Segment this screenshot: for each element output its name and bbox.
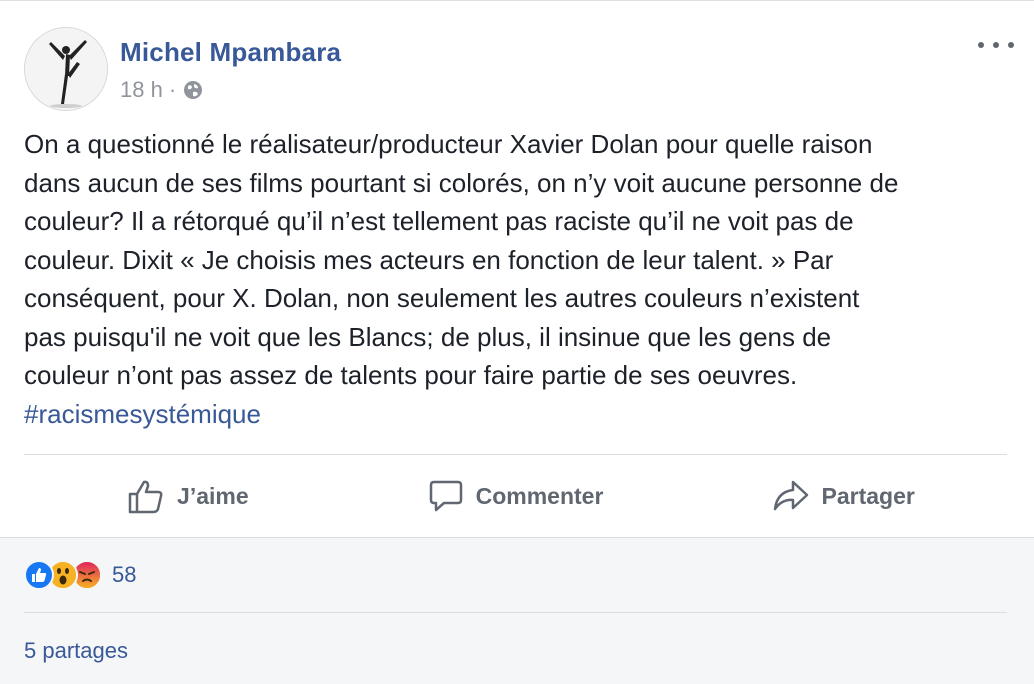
reaction-count[interactable]: 58 bbox=[112, 562, 136, 588]
author-name[interactable]: Michel Mpambara bbox=[120, 37, 341, 68]
reactions-summary[interactable]: 58 bbox=[24, 560, 136, 590]
post-text-line: couleur. Dixit « Je choisis mes acteurs … bbox=[24, 244, 834, 275]
post-meta: 18 h · bbox=[120, 77, 204, 103]
avatar-dancer-image bbox=[25, 28, 107, 110]
globe-icon[interactable] bbox=[182, 79, 204, 101]
divider bbox=[24, 612, 1007, 613]
avatar[interactable] bbox=[24, 27, 108, 111]
action-bar: J’aime Commenter Partager bbox=[24, 455, 1007, 537]
post-text-line: couleur n’ont pas assez de talents pour … bbox=[24, 360, 798, 390]
like-label: J’aime bbox=[177, 482, 249, 509]
post-footer: 58 5 partages bbox=[0, 537, 1034, 684]
share-label: Partager bbox=[821, 482, 915, 509]
more-options-icon[interactable] bbox=[978, 33, 1014, 57]
comment-icon bbox=[429, 480, 462, 512]
post-text-line: pas puisqu'il ne voit que les Blancs; de… bbox=[24, 321, 832, 352]
shares-count-link[interactable]: 5 partages bbox=[24, 638, 128, 664]
post-text-line: couleur? Il a rétorqué qu’il n’est telle… bbox=[24, 206, 854, 236]
post-text: On a questionné le réalisateur/producteu… bbox=[24, 125, 1014, 433]
like-button[interactable]: J’aime bbox=[24, 455, 352, 537]
share-button[interactable]: Partager bbox=[679, 455, 1007, 537]
post-timestamp[interactable]: 18 h bbox=[120, 77, 163, 103]
comment-button[interactable]: Commenter bbox=[352, 455, 680, 537]
post-text-line: On a questionné le réalisateur/producteu… bbox=[24, 129, 873, 159]
meta-separator: · bbox=[168, 77, 177, 102]
comment-label: Commenter bbox=[475, 482, 604, 509]
post-header: Michel Mpambara 18 h · bbox=[24, 27, 1014, 111]
share-arrow-icon bbox=[773, 480, 808, 511]
post-card: Michel Mpambara 18 h · On a questionné l… bbox=[0, 0, 1034, 684]
post-text-line: conséquent, pour X. Dolan, non seulement… bbox=[24, 283, 860, 313]
thumbs-up-icon bbox=[128, 480, 163, 514]
hashtag-link[interactable]: #racismesystémique bbox=[24, 399, 261, 429]
like-reaction-icon bbox=[24, 560, 54, 590]
post-text-line: dans aucun de ses films pourtant si colo… bbox=[24, 167, 899, 198]
